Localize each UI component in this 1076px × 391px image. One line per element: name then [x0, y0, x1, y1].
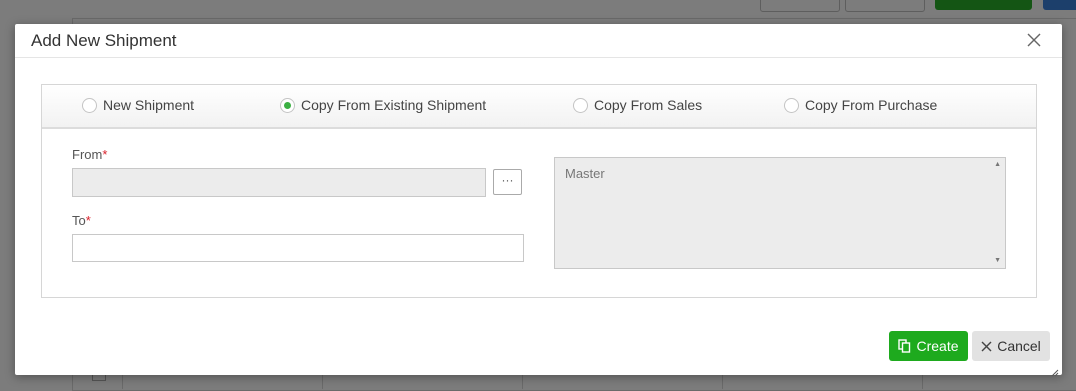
radio-label: Copy From Sales [594, 97, 703, 113]
to-label: To* [72, 213, 91, 228]
to-label-text: To [72, 213, 86, 228]
master-placeholder: Master [565, 166, 605, 181]
add-shipment-dialog: Add New Shipment New Shipment Copy From … [15, 24, 1062, 377]
create-button[interactable]: Create [889, 331, 968, 361]
shipment-type-radio-group: New Shipment Copy From Existing Shipment… [42, 85, 1036, 129]
radio-copy-from-purchase[interactable]: Copy From Purchase [784, 97, 937, 113]
radio-copy-existing-shipment[interactable]: Copy From Existing Shipment [280, 97, 486, 113]
scroll-up-arrow-icon[interactable]: ▲ [994, 161, 1001, 168]
create-label: Create [916, 338, 959, 354]
required-marker: * [102, 147, 108, 162]
cancel-button[interactable]: Cancel [972, 331, 1050, 361]
radio-copy-from-sales[interactable]: Copy From Sales [573, 97, 702, 113]
required-marker: * [85, 213, 91, 228]
dialog-title: Add New Shipment [31, 31, 177, 50]
background-button [845, 0, 925, 12]
background-button [935, 0, 1032, 10]
browse-button[interactable]: ··· [493, 169, 522, 195]
from-label: From* [72, 147, 107, 162]
cancel-label: Cancel [997, 338, 1041, 354]
radio-new-shipment[interactable]: New Shipment [82, 97, 194, 113]
background-button [760, 0, 840, 12]
radio-label: Copy From Purchase [805, 97, 938, 113]
master-textarea[interactable]: Master ▲ ▼ [554, 157, 1006, 269]
x-icon [981, 341, 992, 352]
from-input[interactable] [72, 168, 486, 197]
close-icon[interactable] [1024, 30, 1044, 50]
shipment-panel: New Shipment Copy From Existing Shipment… [41, 84, 1037, 298]
radio-button[interactable] [82, 97, 97, 113]
dialog-header: Add New Shipment [15, 24, 1062, 58]
to-input[interactable] [72, 234, 524, 262]
resize-handle-icon[interactable] [1051, 364, 1059, 377]
background-button [1043, 0, 1076, 10]
copy-icon [898, 339, 911, 353]
radio-button[interactable] [573, 97, 588, 113]
from-label-text: From [72, 147, 103, 162]
radio-label: New Shipment [103, 97, 195, 113]
scroll-down-arrow-icon[interactable]: ▼ [994, 257, 1001, 264]
radio-label: Copy From Existing Shipment [301, 97, 487, 113]
radio-button[interactable] [784, 97, 799, 113]
radio-button-checked[interactable] [280, 97, 295, 113]
